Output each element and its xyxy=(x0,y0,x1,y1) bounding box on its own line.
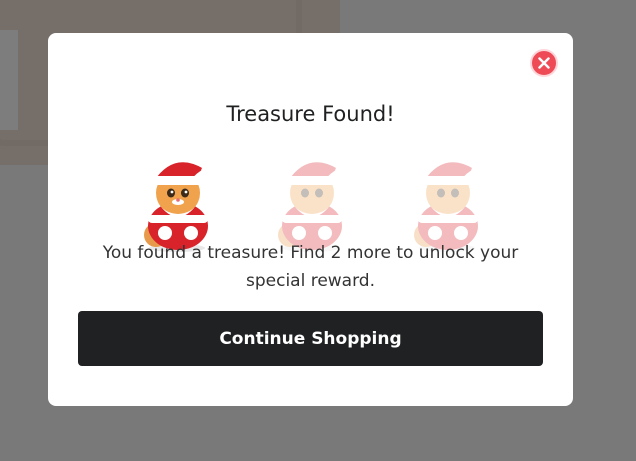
treasure-found-icon xyxy=(134,151,220,253)
modal-title: Treasure Found! xyxy=(226,102,395,126)
treasure-modal: Treasure Found! You found a treasure! Fi… xyxy=(48,33,573,406)
close-button[interactable] xyxy=(530,49,558,77)
modal-message: You found a treasure! Find 2 more to unl… xyxy=(102,243,519,291)
treasure-progress xyxy=(48,151,573,253)
treasure-locked-icon xyxy=(404,151,490,253)
close-icon xyxy=(538,57,550,69)
continue-shopping-button[interactable]: Continue Shopping xyxy=(78,311,543,366)
treasure-locked-icon xyxy=(268,151,354,253)
